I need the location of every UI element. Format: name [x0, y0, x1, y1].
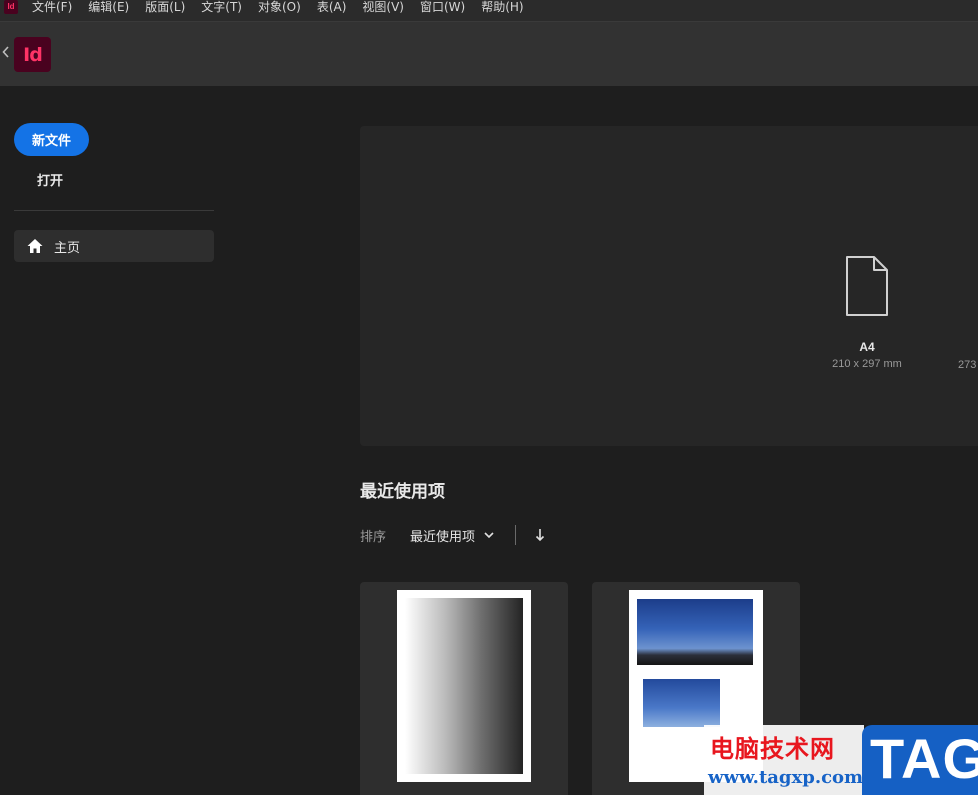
- sort-label: 排序: [360, 529, 387, 545]
- chevron-left-icon[interactable]: [2, 46, 12, 60]
- arrow-down-icon[interactable]: [534, 528, 546, 542]
- new-file-button[interactable]: 新文件: [14, 123, 89, 156]
- menu-view[interactable]: 视图(V): [362, 0, 404, 15]
- app-icon: Id: [4, 0, 18, 14]
- sidebar-divider: [14, 210, 214, 211]
- menu-object[interactable]: 对象(O): [258, 0, 301, 15]
- app-logo[interactable]: Id: [14, 37, 51, 72]
- open-button[interactable]: 打开: [37, 170, 63, 189]
- sky-image: [643, 679, 720, 727]
- menu-edit[interactable]: 编辑(E): [88, 0, 129, 15]
- sidebar-item-label: 主页: [54, 240, 81, 256]
- menu-layout[interactable]: 版面(L): [145, 0, 185, 15]
- sort-divider: [515, 525, 517, 545]
- page-preview: [397, 590, 531, 782]
- watermark-badge-text: TAG: [870, 727, 978, 790]
- menu-table[interactable]: 表(A): [317, 0, 347, 15]
- preset-panel: A4 210 x 297 mm 273: [360, 126, 978, 446]
- recent-title: 最近使用项: [360, 482, 445, 502]
- preset-next-size: 273: [958, 359, 977, 371]
- recent-file-thumbnail[interactable]: [360, 582, 568, 795]
- sidebar: 新文件 打开 主页: [0, 86, 230, 795]
- cityscape-image: [637, 599, 753, 665]
- watermark-site-name: 电脑技术网: [710, 735, 835, 763]
- menu-help[interactable]: 帮助(H): [481, 0, 523, 15]
- menu-file[interactable]: 文件(F): [32, 0, 72, 15]
- watermark-url: www.tagxp.com: [708, 767, 864, 788]
- home-icon: [26, 237, 44, 255]
- sidebar-item-home[interactable]: 主页: [14, 230, 214, 262]
- gradient-image: [405, 598, 523, 774]
- menu-type[interactable]: 文字(T): [201, 0, 242, 15]
- sort-row: 排序 最近使用项: [360, 523, 546, 547]
- preset-size: 210 x 297 mm: [832, 358, 902, 370]
- menu-window[interactable]: 窗口(W): [420, 0, 465, 15]
- preset-a4[interactable]: A4 210 x 297 mm: [822, 254, 912, 370]
- preset-name: A4: [859, 340, 875, 354]
- app-header: Id: [0, 22, 978, 86]
- chevron-down-icon: [484, 532, 494, 539]
- document-icon: [846, 256, 888, 316]
- sort-value: 最近使用项: [410, 529, 476, 545]
- menu-bar: Id 文件(F) 编辑(E) 版面(L) 文字(T) 对象(O) 表(A) 视图…: [0, 0, 978, 22]
- sort-dropdown[interactable]: 最近使用项: [410, 526, 495, 545]
